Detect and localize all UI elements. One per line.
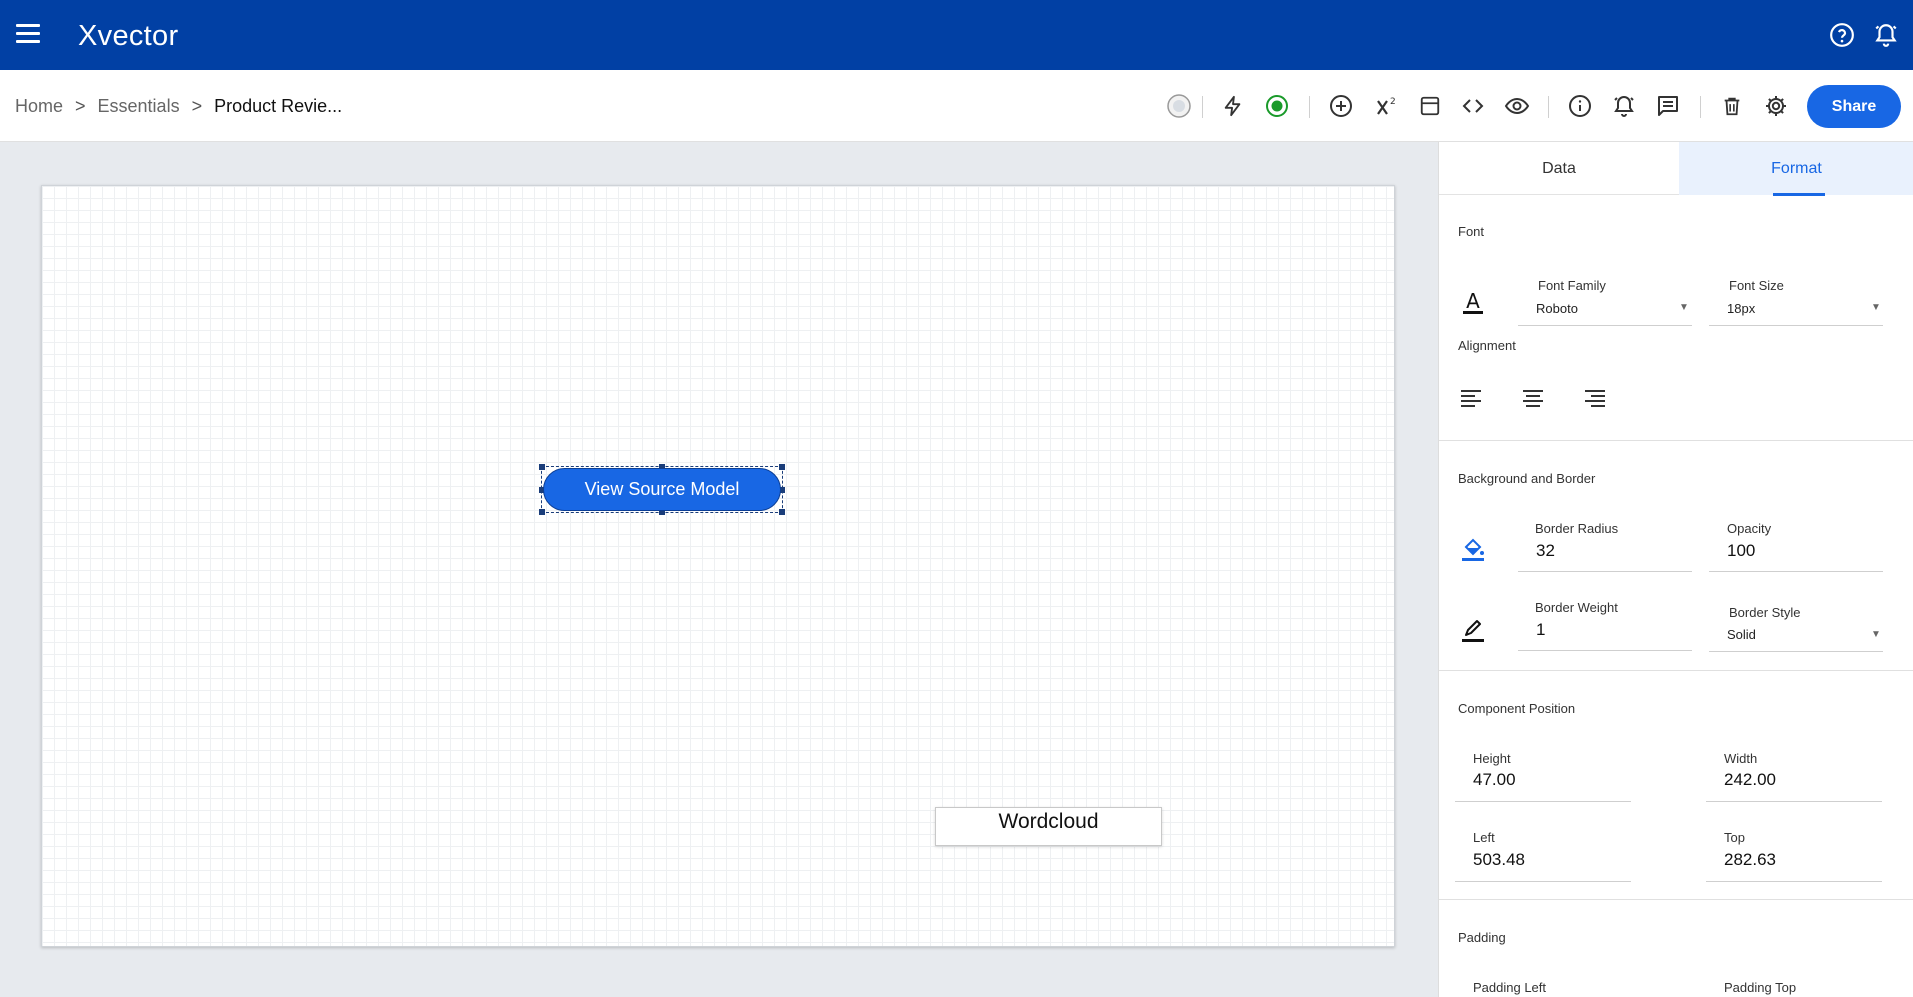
panel-tabs: Data Format xyxy=(1439,142,1913,196)
add-icon[interactable] xyxy=(1327,92,1355,120)
tab-format[interactable]: Format xyxy=(1679,142,1913,196)
breadcrumb-separator: > xyxy=(191,96,203,116)
align-center-icon[interactable] xyxy=(1519,385,1547,413)
share-button[interactable]: Share xyxy=(1807,85,1901,128)
comments-icon[interactable] xyxy=(1654,92,1682,120)
app-logo[interactable]: Xvector xyxy=(78,20,178,53)
padding-left-label: Padding Left xyxy=(1473,980,1547,995)
top-app-bar: Xvector xyxy=(0,0,1913,70)
status-indicator-icon[interactable] xyxy=(1165,92,1193,120)
font-family-select[interactable]: Roboto xyxy=(1536,301,1578,316)
width-label: Width xyxy=(1724,751,1758,766)
height-label: Height xyxy=(1473,751,1511,766)
dropdown-arrow-icon[interactable]: ▼ xyxy=(1679,302,1689,313)
border-color-pencil-icon[interactable] xyxy=(1459,616,1487,644)
font-family-label: Font Family xyxy=(1538,278,1606,293)
code-icon[interactable] xyxy=(1459,92,1487,120)
delete-trash-icon[interactable] xyxy=(1718,92,1746,120)
dropdown-arrow-icon[interactable]: ▼ xyxy=(1871,302,1881,313)
border-weight-label: Border Weight xyxy=(1535,600,1618,615)
properties-panel: Data Format Font A Font Family Roboto ▼ … xyxy=(1438,142,1913,997)
info-icon[interactable] xyxy=(1566,92,1594,120)
top-input[interactable]: 282.63 xyxy=(1724,850,1776,870)
background-border-section-title: Background and Border xyxy=(1458,471,1596,486)
width-input[interactable]: 242.00 xyxy=(1724,770,1776,790)
top-label: Top xyxy=(1724,830,1745,845)
align-left-icon[interactable] xyxy=(1457,385,1485,413)
help-icon[interactable] xyxy=(1829,22,1855,48)
opacity-input[interactable]: 100 xyxy=(1727,541,1755,561)
border-radius-label: Border Radius xyxy=(1535,521,1619,536)
formula-icon[interactable]: 2 xyxy=(1373,92,1401,120)
align-right-icon[interactable] xyxy=(1581,385,1609,413)
breadcrumb-home[interactable]: Home xyxy=(15,96,63,117)
resize-handle[interactable] xyxy=(539,464,545,470)
selected-component[interactable]: View Source Model xyxy=(539,464,785,515)
alignment-label: Alignment xyxy=(1458,338,1516,353)
svg-text:2: 2 xyxy=(1390,97,1396,107)
font-section-title: Font xyxy=(1458,224,1485,239)
border-style-label: Border Style xyxy=(1729,605,1801,620)
component-position-section-title: Component Position xyxy=(1458,701,1576,716)
resize-handle[interactable] xyxy=(539,509,545,515)
breadcrumb-current: Product Revie... xyxy=(214,96,343,116)
font-size-label: Font Size xyxy=(1729,278,1784,293)
view-source-model-button[interactable]: View Source Model xyxy=(543,468,781,511)
text-color-icon[interactable]: A xyxy=(1459,289,1487,317)
dropdown-arrow-icon[interactable]: ▼ xyxy=(1871,629,1881,640)
left-input[interactable]: 503.48 xyxy=(1473,850,1525,870)
preview-eye-icon[interactable] xyxy=(1503,92,1531,120)
settings-gear-icon[interactable] xyxy=(1762,92,1790,120)
breadcrumb-essentials[interactable]: Essentials xyxy=(98,96,180,117)
padding-top-label: Padding Top xyxy=(1724,980,1797,995)
svg-text:A: A xyxy=(1466,289,1480,313)
border-radius-input[interactable]: 32 xyxy=(1536,541,1555,561)
wordcloud-widget[interactable]: Wordcloud xyxy=(935,807,1162,846)
tab-data[interactable]: Data xyxy=(1439,142,1679,195)
left-label: Left xyxy=(1473,830,1495,845)
layout-icon[interactable] xyxy=(1416,92,1444,120)
resize-handle[interactable] xyxy=(779,464,785,470)
breadcrumb-separator: > xyxy=(75,96,86,116)
notifications-bell-icon[interactable] xyxy=(1873,22,1899,48)
padding-section-title: Padding xyxy=(1458,930,1506,945)
lightning-icon[interactable] xyxy=(1219,92,1247,120)
border-weight-input[interactable]: 1 xyxy=(1536,620,1545,640)
font-size-select[interactable]: 18px xyxy=(1727,301,1755,316)
border-style-select[interactable]: Solid xyxy=(1727,627,1756,642)
record-status-icon[interactable] xyxy=(1263,92,1291,120)
resize-handle[interactable] xyxy=(779,509,785,515)
alert-bell-icon[interactable] xyxy=(1610,92,1638,120)
fill-color-bucket-icon[interactable] xyxy=(1459,535,1487,563)
dashboard-canvas[interactable]: View Source Model Wordcloud xyxy=(41,185,1395,947)
toolbar-bar: Home > Essentials > Product Revie... 2 xyxy=(0,70,1913,142)
opacity-label: Opacity xyxy=(1727,521,1772,536)
breadcrumb: Home > Essentials > Product Revie... xyxy=(15,96,342,117)
hamburger-menu-icon[interactable] xyxy=(16,24,40,46)
height-input[interactable]: 47.00 xyxy=(1473,770,1516,790)
